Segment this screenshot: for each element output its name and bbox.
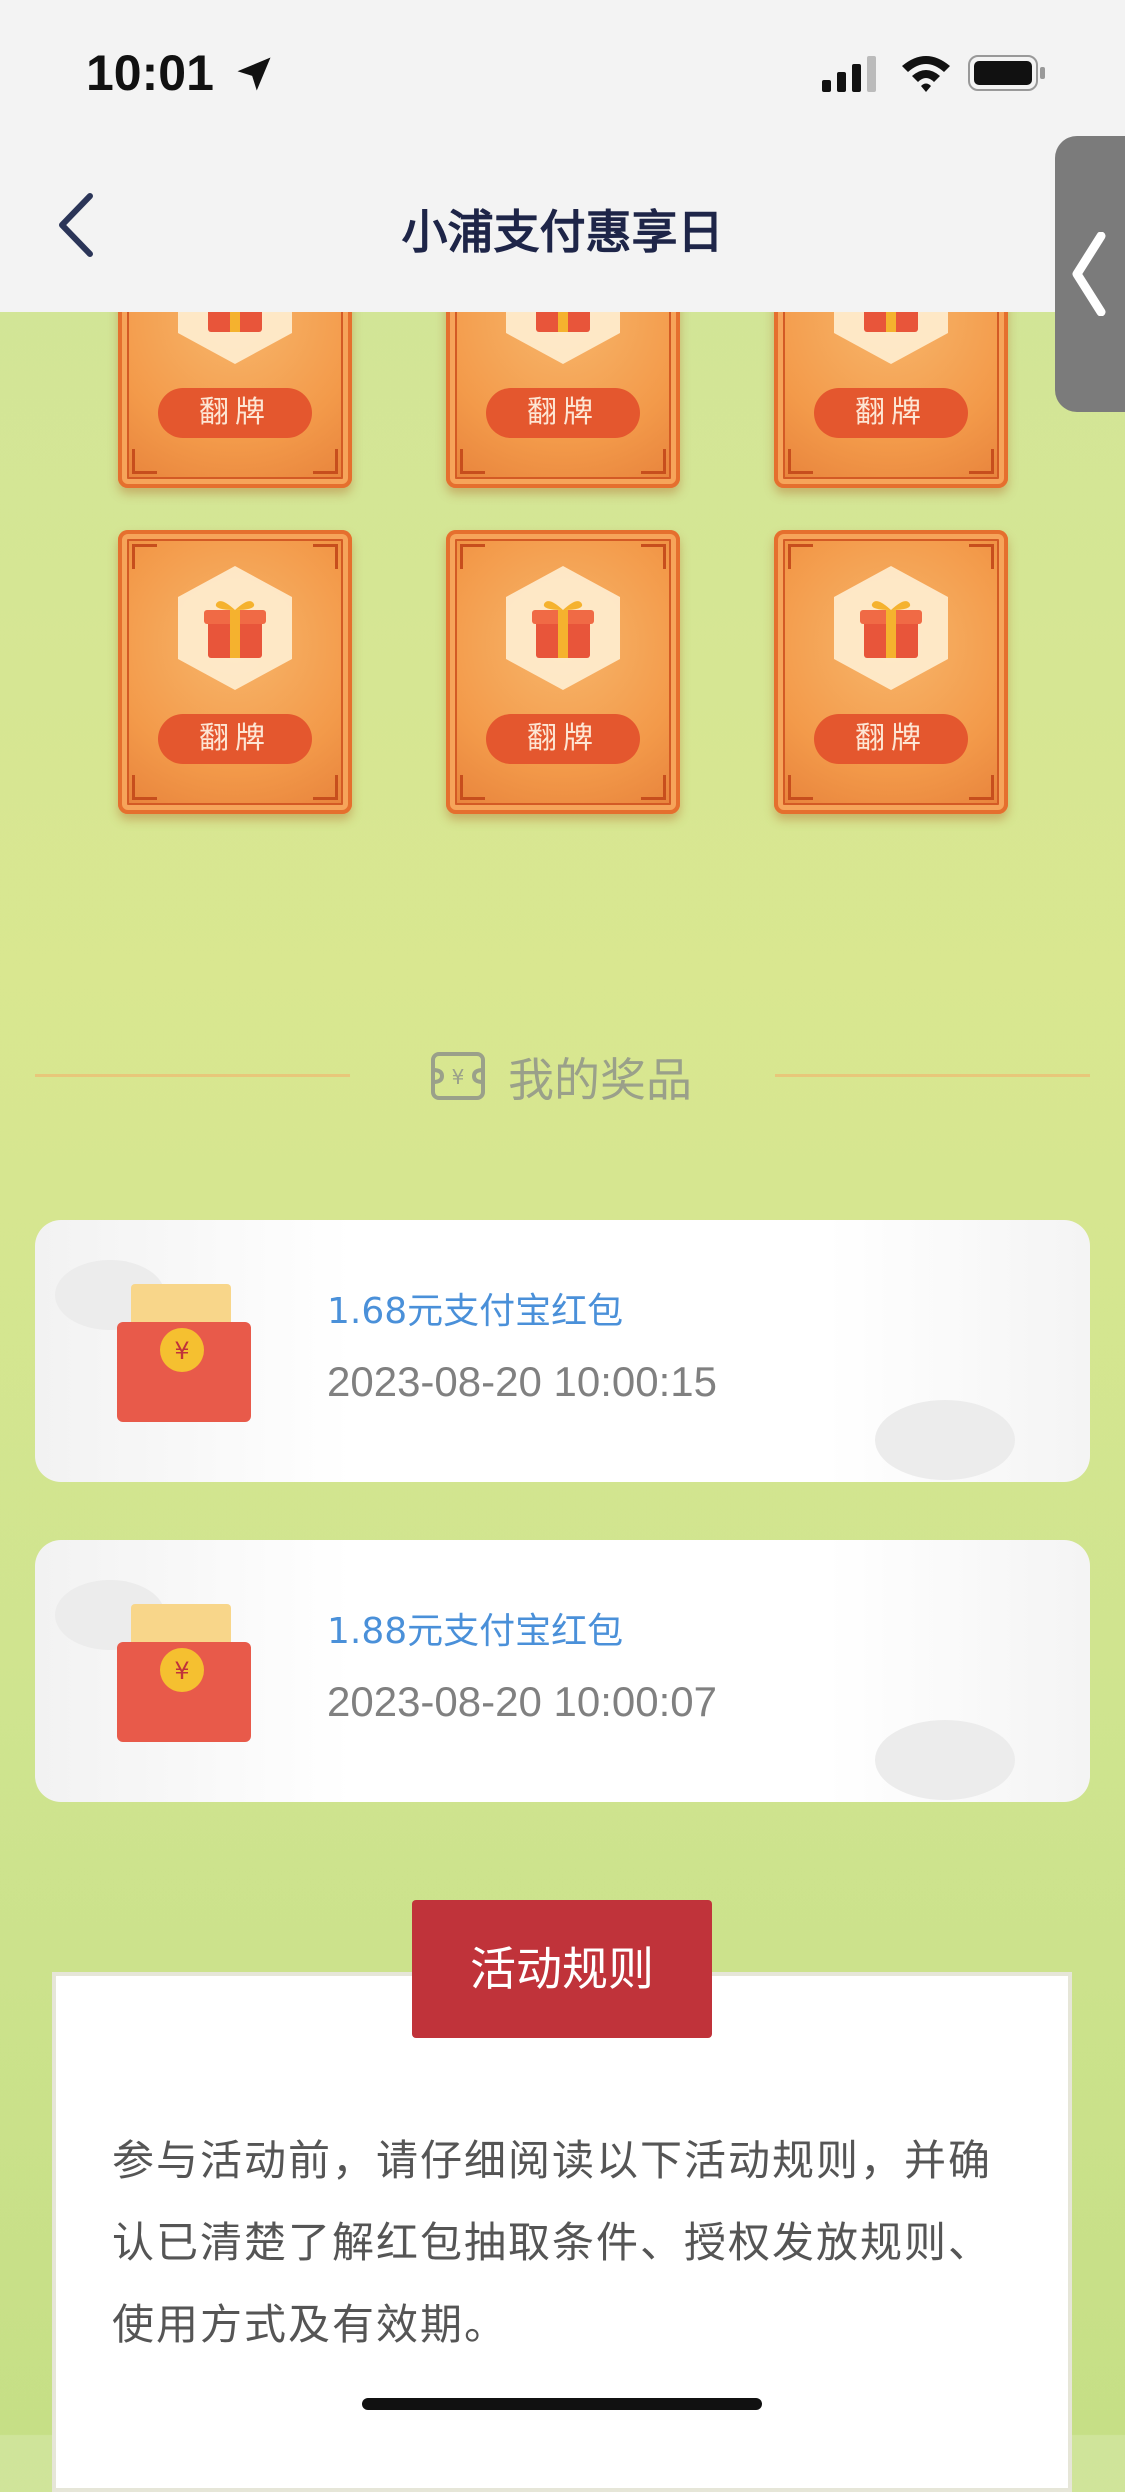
red-envelope-icon: ¥	[117, 1604, 251, 1742]
red-envelope-icon: ¥	[117, 1284, 251, 1422]
corner-ornament	[313, 449, 338, 474]
section-divider-left	[35, 1074, 350, 1077]
corner-ornament	[641, 449, 666, 474]
gift-icon	[860, 601, 922, 658]
flip-button[interactable]: 翻牌	[158, 388, 312, 438]
flip-button[interactable]: 翻牌	[486, 388, 640, 438]
location-arrow-icon	[237, 57, 271, 91]
cloud-decoration	[875, 1720, 1015, 1800]
chevron-left-icon	[1072, 232, 1106, 316]
corner-ornament	[788, 775, 813, 800]
flip-card[interactable]: 翻牌	[774, 530, 1008, 814]
corner-ornament	[313, 775, 338, 800]
corner-ornament	[969, 544, 994, 569]
svg-text:¥: ¥	[174, 1337, 189, 1365]
corner-ornament	[641, 775, 666, 800]
flip-card[interactable]: 翻牌	[118, 530, 352, 814]
corner-ornament	[132, 544, 157, 569]
prizes-section-title: 我的奖品	[508, 1053, 692, 1107]
flip-button[interactable]: 翻牌	[814, 714, 968, 764]
corner-ornament	[132, 775, 157, 800]
prize-ticket-icon: ¥	[431, 1052, 485, 1100]
signal-icon	[822, 56, 876, 92]
page-title: 小浦支付惠享日	[401, 205, 724, 259]
flip-button[interactable]: 翻牌	[486, 714, 640, 764]
prize-name: 1.68元支付宝红包	[327, 1291, 624, 1332]
corner-ornament	[788, 544, 813, 569]
section-divider-right	[775, 1074, 1090, 1077]
prize-name: 1.88元支付宝红包	[327, 1611, 624, 1652]
side-panel-handle[interactable]	[1055, 136, 1125, 412]
corner-ornament	[460, 775, 485, 800]
prize-card[interactable]: ¥ 1.88元支付宝红包 2023-08-20 10:00:07	[35, 1540, 1090, 1802]
corner-ornament	[969, 449, 994, 474]
corner-ornament	[641, 544, 666, 569]
prize-time: 2023-08-20 10:00:07	[327, 1678, 717, 1725]
corner-ornament	[788, 449, 813, 474]
svg-text:¥: ¥	[452, 1065, 465, 1089]
corner-ornament	[969, 775, 994, 800]
svg-text:¥: ¥	[174, 1657, 189, 1685]
flip-card[interactable]: 翻牌	[446, 530, 680, 814]
cloud-decoration	[875, 1400, 1015, 1480]
flip-button[interactable]: 翻牌	[814, 388, 968, 438]
status-time: 10:01	[86, 45, 214, 101]
corner-ornament	[460, 544, 485, 569]
corner-ornament	[313, 544, 338, 569]
rules-button[interactable]: 活动规则	[412, 1900, 712, 2038]
corner-ornament	[132, 449, 157, 474]
gift-icon	[532, 601, 594, 658]
prize-time: 2023-08-20 10:00:15	[327, 1358, 717, 1405]
rules-text: 参与活动前，请仔细阅读以下活动规则，并确认已清楚了解红包抽取条件、授权发放规则、…	[112, 2136, 993, 2349]
flip-button[interactable]: 翻牌	[158, 714, 312, 764]
header: 10:01 小浦支付惠享日	[0, 0, 1125, 312]
home-indicator	[362, 2398, 762, 2410]
corner-ornament	[460, 449, 485, 474]
wifi-icon	[902, 56, 950, 92]
prize-card[interactable]: ¥ 1.68元支付宝红包 2023-08-20 10:00:15	[35, 1220, 1090, 1482]
battery-icon	[968, 55, 1045, 91]
gift-icon	[204, 601, 266, 658]
